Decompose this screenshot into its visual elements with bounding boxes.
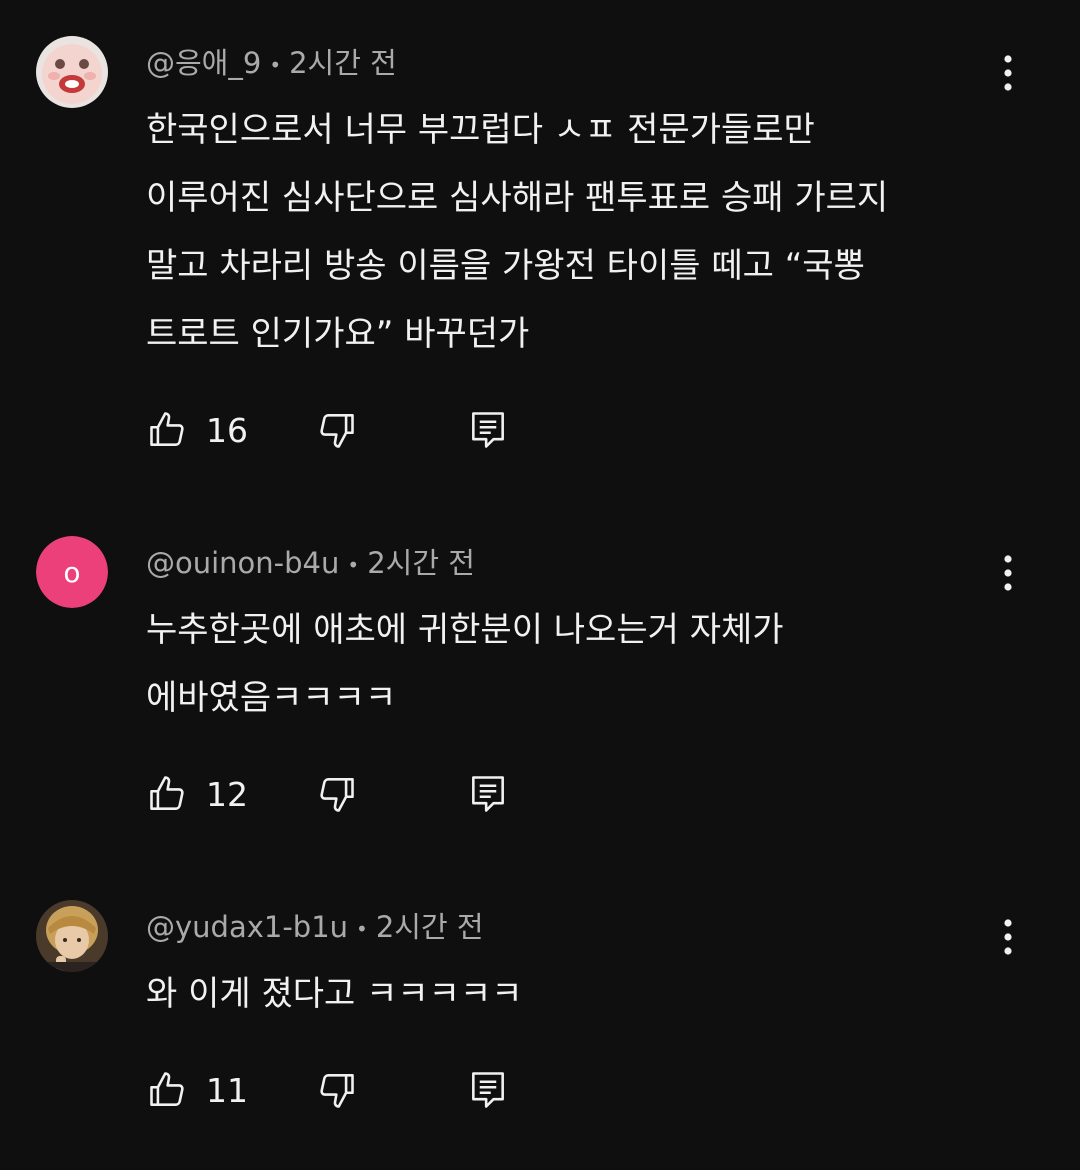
separator-dot: • xyxy=(356,917,368,941)
separator-dot: • xyxy=(347,553,360,577)
comment-text-line: 와 이게 졌다고 ㅋㅋㅋㅋㅋ xyxy=(146,974,523,1014)
thumb-up-icon xyxy=(150,1072,184,1106)
comment-text-line: 말고 차라리 방송 이름을 가왕전 타이틀 떼고 “국뽕 xyxy=(146,246,865,286)
baby-face-avatar xyxy=(36,36,108,108)
reply-icon xyxy=(472,776,504,812)
thumb-down-icon xyxy=(320,1074,354,1108)
reply-button[interactable] xyxy=(466,406,510,454)
thumb-up-icon xyxy=(150,412,184,446)
avatar[interactable] xyxy=(36,36,108,108)
comment-author[interactable]: @yudax1-b1u xyxy=(146,910,348,944)
comment-time: 2시간 전 xyxy=(367,546,475,580)
comment-text-line: 트로트 인기가요” 바꾸던가 xyxy=(146,314,530,354)
reply-button[interactable] xyxy=(466,1066,510,1114)
comment-text-line: 에바였음ㅋㅋㅋㅋ xyxy=(146,678,397,718)
separator-dot: • xyxy=(269,53,282,77)
more-vertical-icon[interactable] xyxy=(990,910,1026,964)
thumb-up-icon xyxy=(150,776,184,810)
reply-icon xyxy=(472,412,504,448)
more-vertical-icon[interactable] xyxy=(990,46,1026,100)
like-button[interactable]: 12 xyxy=(146,770,248,818)
comment-text-line: 한국인으로서 너무 부끄럽다 ㅅㅍ 전문가들로만 xyxy=(146,110,815,150)
like-button[interactable]: 16 xyxy=(146,406,248,454)
comment-time: 2시간 전 xyxy=(289,46,397,80)
comment-author[interactable]: @ouinon-b4u xyxy=(146,546,339,580)
avatar-letter: o xyxy=(36,536,108,608)
comment-meta: @ouinon-b4u • 2시간 전 xyxy=(146,540,475,582)
avatar[interactable]: o xyxy=(36,536,108,608)
reply-icon xyxy=(472,1072,504,1108)
comment-text: 와 이게 졌다고 ㅋㅋㅋㅋㅋ xyxy=(146,960,1006,1028)
comment-time: 2시간 전 xyxy=(375,910,484,944)
dislike-button[interactable] xyxy=(314,1066,358,1114)
comment-text: 누추한곳에 애초에 귀한분이 나오는거 자체가 에바였음ㅋㅋㅋㅋ xyxy=(146,596,1006,732)
comment-meta: @응애_9 • 2시간 전 xyxy=(146,40,397,82)
person-photo-avatar xyxy=(36,900,108,972)
comment-author[interactable]: @응애_9 xyxy=(146,46,261,80)
more-vertical-icon[interactable] xyxy=(990,546,1026,600)
comment-text: 한국인으로서 너무 부끄럽다 ㅅㅍ 전문가들로만 이루어진 심사단으로 심사해라… xyxy=(146,96,1006,368)
like-count: 12 xyxy=(206,774,248,814)
like-button[interactable]: 11 xyxy=(146,1066,248,1114)
avatar[interactable] xyxy=(36,900,108,972)
like-count: 11 xyxy=(206,1070,248,1110)
dislike-button[interactable] xyxy=(314,406,358,454)
comment-text-line: 누추한곳에 애초에 귀한분이 나오는거 자체가 xyxy=(146,610,784,650)
dislike-button[interactable] xyxy=(314,770,358,818)
like-count: 16 xyxy=(206,410,248,450)
comment-meta: @yudax1-b1u • 2시간 전 xyxy=(146,904,484,946)
thumb-down-icon xyxy=(320,414,354,448)
comment-text-line: 이루어진 심사단으로 심사해라 팬투표로 승패 가르지 xyxy=(146,178,889,218)
reply-button[interactable] xyxy=(466,770,510,818)
thumb-down-icon xyxy=(320,778,354,812)
